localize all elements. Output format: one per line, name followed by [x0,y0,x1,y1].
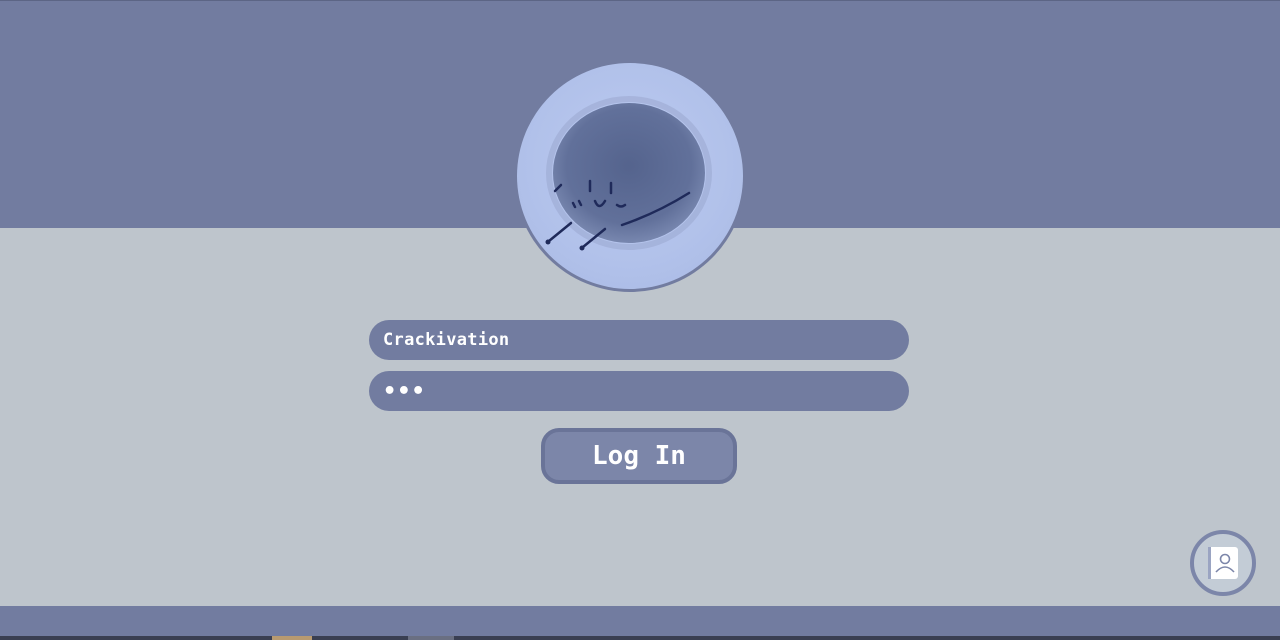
contacts-button[interactable] [1190,530,1256,596]
login-button[interactable]: Log In [541,428,737,484]
taskbar-item [408,636,454,640]
taskbar-item [272,636,312,640]
footer-band [0,606,1280,640]
contact-book-icon [1208,547,1238,579]
username-field[interactable]: Crackivation [369,320,909,360]
blob-creature-icon [545,96,712,251]
avatar-image [517,63,743,289]
password-field[interactable]: ••• [369,371,909,411]
avatar [514,60,746,292]
taskbar-strip [0,636,1280,640]
